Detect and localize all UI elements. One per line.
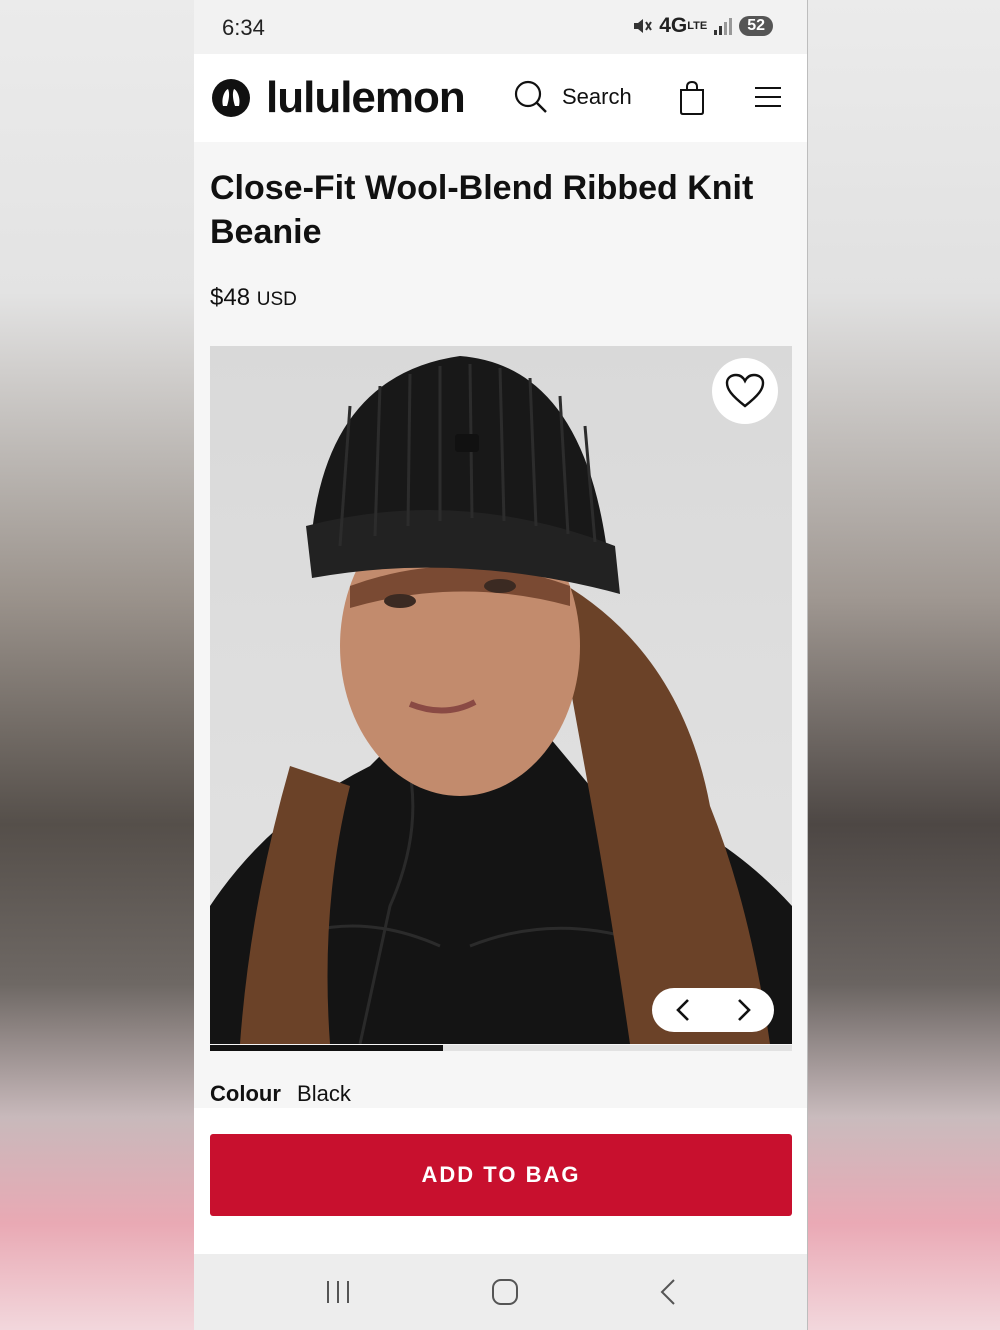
status-time: 6:34 bbox=[222, 15, 265, 40]
lululemon-logo-icon[interactable] bbox=[212, 79, 250, 117]
status-bar: 6:34 4G LTE 52 bbox=[194, 0, 807, 54]
product-title: Close-Fit Wool-Blend Ribbed Knit Beanie bbox=[210, 169, 754, 251]
image-carousel-controls bbox=[652, 988, 774, 1032]
purchase-panel: ADD TO BAG bbox=[194, 1108, 807, 1254]
signal-icon bbox=[714, 18, 733, 35]
product-price: $48 USD bbox=[194, 254, 807, 312]
image-progress-track bbox=[210, 1045, 792, 1051]
blurred-background-left bbox=[0, 0, 194, 1330]
search-label: Search bbox=[562, 84, 632, 109]
wishlist-button[interactable] bbox=[712, 358, 778, 424]
search-button[interactable]: Search bbox=[514, 80, 632, 114]
phone-screen: 6:34 4G LTE 52 lululemon Search Close-Fi… bbox=[194, 0, 808, 1330]
menu-button[interactable] bbox=[754, 86, 782, 113]
chevron-right-icon[interactable] bbox=[735, 998, 753, 1022]
recents-icon[interactable] bbox=[324, 1279, 352, 1305]
model-photo bbox=[210, 356, 792, 1044]
mute-icon bbox=[634, 19, 653, 33]
price-amount: $48 bbox=[210, 284, 251, 311]
network-sub: LTE bbox=[687, 20, 708, 32]
battery-indicator: 52 bbox=[739, 16, 773, 36]
colour-label: Colour bbox=[210, 1081, 281, 1106]
blurred-background-right bbox=[808, 0, 1000, 1330]
price-currency: USD bbox=[256, 289, 297, 310]
system-navigation-bar bbox=[194, 1254, 807, 1330]
image-progress-fill bbox=[210, 1045, 443, 1051]
brand-wordmark[interactable]: lululemon bbox=[266, 73, 466, 123]
search-icon bbox=[514, 80, 547, 113]
heart-icon bbox=[725, 373, 765, 408]
chevron-left-icon[interactable] bbox=[674, 998, 692, 1022]
home-icon[interactable] bbox=[491, 1278, 519, 1306]
site-header: lululemon Search bbox=[194, 54, 807, 142]
back-icon[interactable] bbox=[658, 1278, 678, 1306]
colour-selector: Colour Black bbox=[210, 1081, 351, 1107]
shopping-bag-button[interactable] bbox=[678, 80, 706, 121]
colour-value: Black bbox=[297, 1081, 351, 1106]
status-indicators: 4G LTE 52 bbox=[631, 14, 773, 38]
network-type: 4G bbox=[659, 14, 688, 37]
product-image[interactable] bbox=[210, 346, 792, 1044]
bag-icon bbox=[680, 80, 704, 115]
menu-icon bbox=[755, 87, 781, 107]
add-to-bag-button[interactable]: ADD TO BAG bbox=[210, 1134, 792, 1216]
